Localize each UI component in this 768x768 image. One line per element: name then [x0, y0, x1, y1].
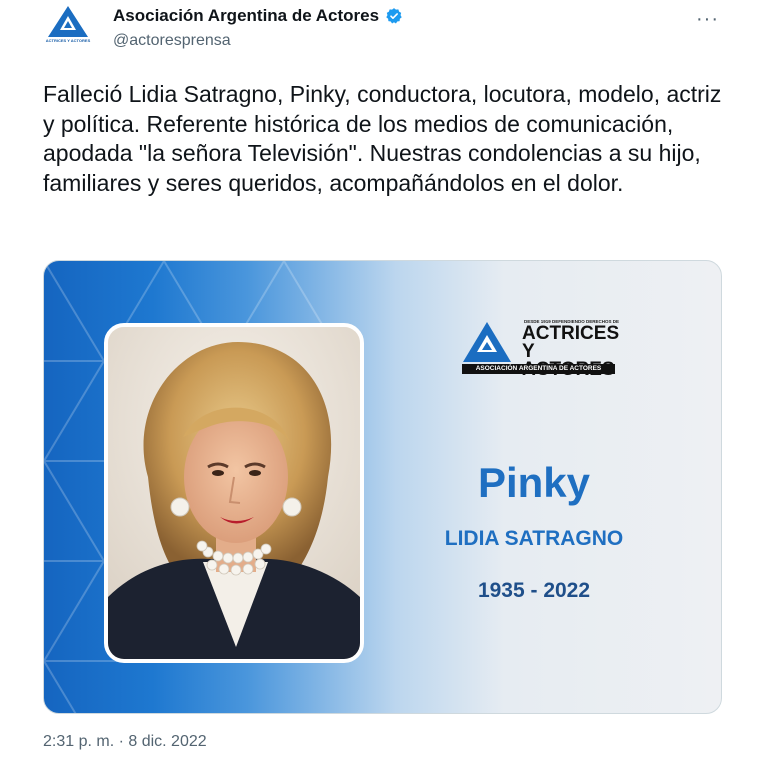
- tweet-timestamp[interactable]: 2:31 p. m. · 8 dic. 2022: [43, 733, 207, 751]
- author-name[interactable]: Asociación Argentina de Actores: [113, 6, 403, 26]
- tweet-image[interactable]: DESDE 1919 DEFENDIENDO DERECHOS DE ACTRI…: [43, 260, 722, 714]
- logo-bar: ASOCIACIÓN ARGENTINA DE ACTORES: [462, 364, 615, 374]
- card-nickname: Pinky: [477, 459, 591, 506]
- card-full-name: LIDIA SATRAGNO: [444, 527, 624, 550]
- tweet-text: Falleció Lidia Satragno, Pinky, conducto…: [43, 81, 722, 196]
- portrait-photo: [104, 323, 364, 663]
- card-years: 1935 - 2022: [477, 579, 591, 602]
- association-logo: DESDE 1919 DEFENDIENDO DERECHOS DE ACTRI…: [456, 319, 620, 379]
- more-options-icon[interactable]: ···: [696, 8, 719, 31]
- author-handle[interactable]: @actoresprensa: [113, 32, 231, 50]
- author-name-text: Asociación Argentina de Actores: [113, 6, 380, 25]
- tweet: ACTRICES Y ACTORES Asociación Argentina …: [0, 0, 768, 768]
- verified-badge-icon: [386, 8, 402, 24]
- avatar[interactable]: ACTRICES Y ACTORES: [38, 4, 98, 54]
- triangle-logo-icon: [463, 322, 511, 362]
- triangle-logo-icon: [48, 6, 88, 37]
- avatar-text: ACTRICES Y ACTORES: [45, 38, 91, 43]
- logo-line-1: ACTRICES: [522, 323, 620, 344]
